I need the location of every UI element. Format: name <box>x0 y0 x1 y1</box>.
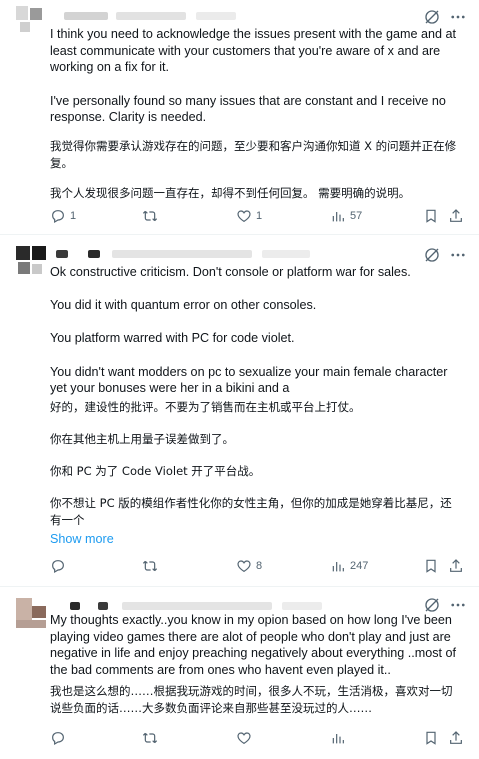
action-bar: 1 1 57 <box>50 208 470 226</box>
tweet-paragraph: You didn't want modders on pc to sexuali… <box>50 364 448 396</box>
author-name-redacted <box>88 250 100 258</box>
like-count: 8 <box>256 560 263 572</box>
like-count: 1 <box>256 210 263 222</box>
tweet-3[interactable]: My thoughts exactly..you know in my opio… <box>0 588 479 759</box>
timestamp-redacted <box>196 12 236 20</box>
grok-icon[interactable] <box>423 246 441 264</box>
repost-button[interactable] <box>142 208 162 224</box>
views-icon <box>330 730 346 746</box>
view-count: 247 <box>350 560 369 572</box>
author-handle-redacted <box>112 250 252 258</box>
bookmark-icon <box>423 208 439 224</box>
more-icon[interactable] <box>449 8 467 26</box>
like-button[interactable]: 8 <box>236 558 262 574</box>
author-name-redacted <box>56 250 68 258</box>
tweet-1[interactable]: I think you need to acknowledge the issu… <box>0 0 479 235</box>
bookmark-button[interactable] <box>423 730 439 746</box>
author-name-redacted <box>70 602 80 610</box>
avatar[interactable] <box>16 6 48 38</box>
tweet-text: I think you need to acknowledge the issu… <box>50 26 462 202</box>
author-name-redacted <box>64 12 108 20</box>
action-bar <box>50 730 470 748</box>
views-icon <box>330 558 346 574</box>
bookmark-icon <box>423 730 439 746</box>
views-button[interactable]: 57 <box>330 208 362 224</box>
avatar[interactable] <box>16 598 48 630</box>
like-button[interactable]: 1 <box>236 208 262 224</box>
reply-button[interactable] <box>50 558 70 574</box>
tweet-paragraph: You did it with quantum error on other c… <box>50 298 317 313</box>
tweet-paragraph: My thoughts exactly..you know in my opio… <box>50 613 457 678</box>
reply-icon <box>50 558 66 574</box>
tweet-paragraph-translated: 你不想让 PC 版的模组作者性化你的女性主角，但你的加成是她穿着比基尼，还有一个 <box>50 496 452 528</box>
action-bar: 8 247 <box>50 558 470 576</box>
timestamp-redacted <box>282 602 322 610</box>
views-button[interactable] <box>330 730 350 746</box>
avatar[interactable] <box>16 246 48 278</box>
author-handle-redacted <box>116 12 186 20</box>
tweet-paragraph: You platform warred with PC for code vio… <box>50 331 295 346</box>
like-icon <box>236 558 252 574</box>
show-more-link[interactable]: Show more <box>50 532 114 546</box>
share-icon <box>448 730 464 746</box>
tweet-paragraph-translated: 我也是这么想的……根据我玩游戏的时间，很多人不玩，生活消极，喜欢对一切说些负面的… <box>50 683 453 715</box>
tweet-2[interactable]: Ok constructive criticism. Don't console… <box>0 236 479 587</box>
tweet-paragraph-translated: 好的，建设性的批评。不要为了销售而在主机或平台上打仗。 <box>50 400 361 415</box>
author-name-redacted <box>98 602 108 610</box>
tweet-paragraph: I've personally found so many issues tha… <box>50 93 446 125</box>
share-icon <box>448 208 464 224</box>
repost-icon <box>142 730 158 746</box>
tweet-paragraph-translated: 我觉得你需要承认游戏存在的问题，至少要和客户沟通你知道 X 的问题并正在修复。 <box>50 139 457 171</box>
tweet-paragraph: I think you need to acknowledge the issu… <box>50 27 457 75</box>
repost-button[interactable] <box>142 730 162 746</box>
more-icon[interactable] <box>449 246 467 264</box>
timestamp-redacted <box>262 250 310 258</box>
tweet-text: Ok constructive criticism. Don't console… <box>50 264 462 529</box>
tweet-paragraph-translated: 你在其他主机上用量子误差做到了。 <box>50 432 234 447</box>
bookmark-button[interactable] <box>423 208 439 224</box>
repost-icon <box>142 558 158 574</box>
reply-button[interactable] <box>50 730 70 746</box>
author-handle-redacted <box>122 602 272 610</box>
share-icon <box>448 558 464 574</box>
repost-button[interactable] <box>142 558 162 574</box>
reply-button[interactable]: 1 <box>50 208 76 224</box>
share-button[interactable] <box>448 730 464 746</box>
like-icon <box>236 730 252 746</box>
share-button[interactable] <box>448 208 464 224</box>
reply-icon <box>50 208 66 224</box>
views-button[interactable]: 247 <box>330 558 368 574</box>
like-button[interactable] <box>236 730 256 746</box>
like-icon <box>236 208 252 224</box>
views-icon <box>330 208 346 224</box>
tweet-paragraph-translated: 你和 PC 为了 Code Violet 开了平台战。 <box>50 464 261 479</box>
tweet-text: My thoughts exactly..you know in my opio… <box>50 612 462 717</box>
bookmark-button[interactable] <box>423 558 439 574</box>
grok-icon[interactable] <box>423 8 441 26</box>
repost-icon <box>142 208 158 224</box>
tweet-paragraph: Ok constructive criticism. Don't console… <box>50 265 411 279</box>
share-button[interactable] <box>448 558 464 574</box>
tweet-paragraph-translated: 我个人发现很多问题一直存在，却得不到任何回复。 需要明确的说明。 <box>50 186 411 201</box>
reply-icon <box>50 730 66 746</box>
view-count: 57 <box>350 210 363 222</box>
reply-count: 1 <box>70 210 77 222</box>
bookmark-icon <box>423 558 439 574</box>
